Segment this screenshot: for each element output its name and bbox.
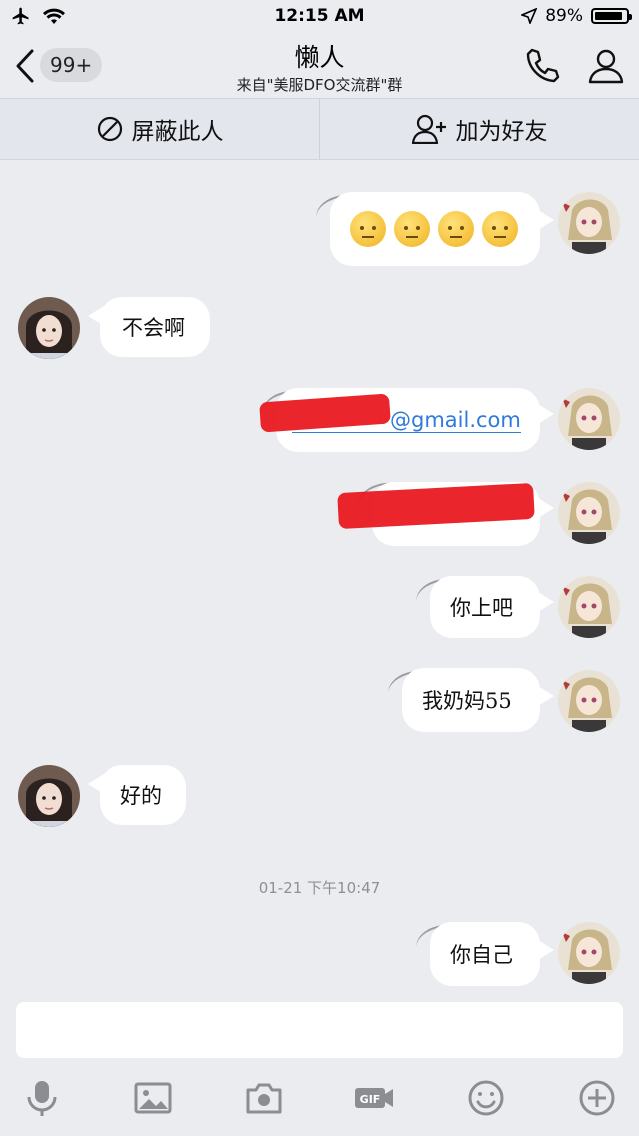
svg-text:GIF: GIF — [360, 1093, 381, 1106]
message-text: 不会啊 — [122, 316, 185, 340]
input-toolbar: GIF — [0, 1070, 639, 1130]
nav-bar: 99+ 懒人 来自"美服DFO交流群"群 — [0, 34, 639, 98]
message-bubble[interactable]: 不会啊 — [100, 297, 210, 357]
block-user-button[interactable]: 屏蔽此人 — [0, 99, 319, 159]
smiling-face-emoji-icon — [394, 211, 430, 247]
message-bubble[interactable] — [330, 192, 540, 266]
action-bar: 屏蔽此人 加为好友 — [0, 98, 639, 160]
location-arrow-icon — [521, 8, 538, 24]
self-avatar[interactable] — [558, 670, 620, 732]
status-right: 89% — [521, 6, 632, 26]
emoji-icon[interactable] — [464, 1076, 508, 1120]
smiling-face-emoji-icon — [438, 211, 474, 247]
add-user-icon — [411, 114, 446, 144]
message-bubble[interactable]: 你自己 — [430, 922, 540, 986]
self-avatar[interactable] — [558, 192, 620, 254]
plus-icon[interactable] — [575, 1076, 619, 1120]
timestamp: 01-21 下午10:47 — [258, 879, 381, 897]
message-bubble[interactable]: 好的 — [100, 765, 186, 825]
block-icon — [97, 116, 122, 142]
add-friend-button[interactable]: 加为好友 — [319, 99, 639, 159]
message-text: 你上吧 — [450, 596, 513, 620]
message-text: 好的 — [120, 784, 162, 808]
camera-icon[interactable] — [242, 1076, 286, 1120]
battery-icon — [591, 8, 632, 24]
profile-icon[interactable] — [586, 46, 626, 86]
self-avatar[interactable] — [558, 388, 620, 450]
message-input[interactable] — [16, 1002, 623, 1058]
gif-icon[interactable]: GIF — [353, 1076, 397, 1120]
message-bubble[interactable]: 我奶妈55 — [402, 668, 540, 732]
smiling-face-emoji-icon — [350, 211, 386, 247]
contact-avatar[interactable] — [18, 297, 80, 359]
self-avatar[interactable] — [558, 576, 620, 638]
smiling-face-emoji-icon — [482, 211, 518, 247]
image-icon[interactable] — [131, 1076, 175, 1120]
message-text: @gmail.com — [390, 407, 521, 432]
self-avatar[interactable] — [558, 482, 620, 544]
status-bar: 12:15 AM 89% — [0, 0, 639, 34]
add-friend-label: 加为好友 — [455, 119, 548, 145]
phone-icon[interactable] — [522, 46, 562, 86]
battery-percent: 89% — [545, 6, 583, 26]
block-user-label: 屏蔽此人 — [131, 119, 224, 145]
contact-avatar[interactable] — [18, 765, 80, 827]
message-bubble[interactable]: 你上吧 — [430, 576, 540, 638]
mic-icon[interactable] — [20, 1076, 64, 1120]
message-text: 你自己 — [450, 943, 513, 967]
message-text: 我奶妈55 — [422, 689, 512, 713]
self-avatar[interactable] — [558, 922, 620, 984]
